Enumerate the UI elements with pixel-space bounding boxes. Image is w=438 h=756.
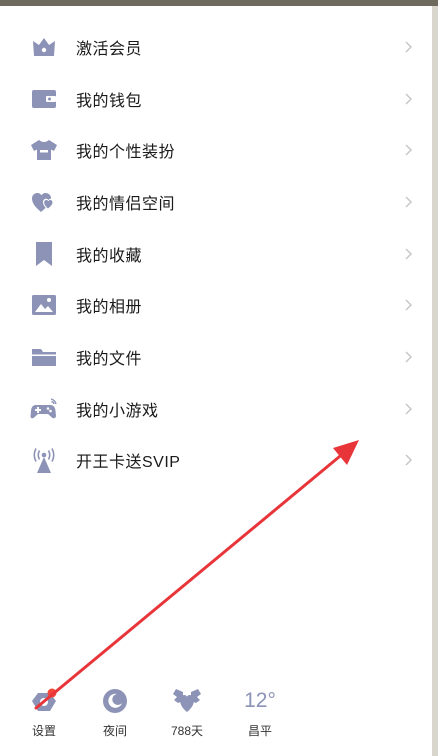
weather-city-label: 昌平 — [247, 724, 272, 738]
image-icon — [30, 291, 58, 319]
bookmark-icon — [30, 240, 58, 268]
moon-icon — [100, 686, 130, 716]
menu-item-label: 我的文件 — [76, 350, 143, 368]
chevron-right-icon — [404, 247, 414, 261]
night-mode-button[interactable]: 夜间 — [85, 684, 145, 742]
chevron-right-icon — [404, 195, 414, 209]
settings-button[interactable]: 设置 — [14, 684, 74, 742]
menu-item-couple-space[interactable]: 我的情侣空间 — [0, 176, 432, 228]
menu-item-label: 我的情侣空间 — [76, 195, 176, 213]
settings-label: 设置 — [31, 724, 56, 738]
folder-icon — [30, 343, 58, 371]
menu-item-king-card-svip[interactable]: 开王卡送SVIP — [0, 435, 432, 487]
menu-item-activate-vip[interactable]: 激活会员 — [0, 21, 432, 73]
drawer-bottom-bar: 设置 夜间 788天 12° 昌平 — [0, 684, 432, 744]
chevron-right-icon — [404, 40, 414, 54]
hearts-icon — [30, 188, 58, 216]
winged-heart-icon — [172, 686, 202, 716]
weather-button[interactable]: 12° 昌平 — [230, 684, 290, 742]
menu-item-album[interactable]: 我的相册 — [0, 279, 432, 331]
menu-item-favorites[interactable]: 我的收藏 — [0, 228, 432, 280]
menu-item-label: 激活会员 — [76, 40, 143, 58]
chevron-right-icon — [404, 92, 414, 106]
days-together-label: 788天 — [170, 724, 204, 738]
chevron-right-icon — [404, 298, 414, 312]
broadcast-icon — [30, 446, 58, 474]
crown-icon — [30, 33, 58, 61]
menu-item-wallet[interactable]: 我的钱包 — [0, 73, 432, 125]
top-edge — [0, 0, 438, 6]
notification-badge — [47, 688, 57, 698]
chevron-right-icon — [404, 453, 414, 467]
menu-item-files[interactable]: 我的文件 — [0, 331, 432, 383]
settings-icon — [29, 686, 59, 716]
temperature-value: 12° — [244, 689, 276, 712]
chevron-right-icon — [404, 143, 414, 157]
chevron-right-icon — [404, 350, 414, 364]
menu-item-label: 开王卡送SVIP — [76, 454, 181, 472]
right-edge — [432, 6, 438, 756]
days-together-button[interactable]: 788天 — [157, 684, 217, 742]
menu-item-label: 我的个性装扮 — [76, 144, 176, 162]
shirt-icon — [30, 136, 58, 164]
menu-item-label: 我的钱包 — [76, 92, 143, 110]
gamepad-icon — [30, 395, 58, 423]
night-mode-label: 夜间 — [102, 724, 127, 738]
weather-temperature: 12° — [244, 686, 276, 716]
menu-item-personal-dressup[interactable]: 我的个性装扮 — [0, 124, 432, 176]
chevron-right-icon — [404, 402, 414, 416]
menu-item-mini-games[interactable]: 我的小游戏 — [0, 383, 432, 435]
menu-item-label: 我的收藏 — [76, 247, 143, 265]
menu-item-label: 我的相册 — [76, 299, 143, 317]
drawer-menu: 激活会员 我的钱包 我的个性装扮 我的情侣空间 我的收藏 我的相册 我的文件 我… — [0, 21, 432, 486]
menu-item-label: 我的小游戏 — [76, 402, 159, 420]
wallet-icon — [30, 85, 58, 113]
